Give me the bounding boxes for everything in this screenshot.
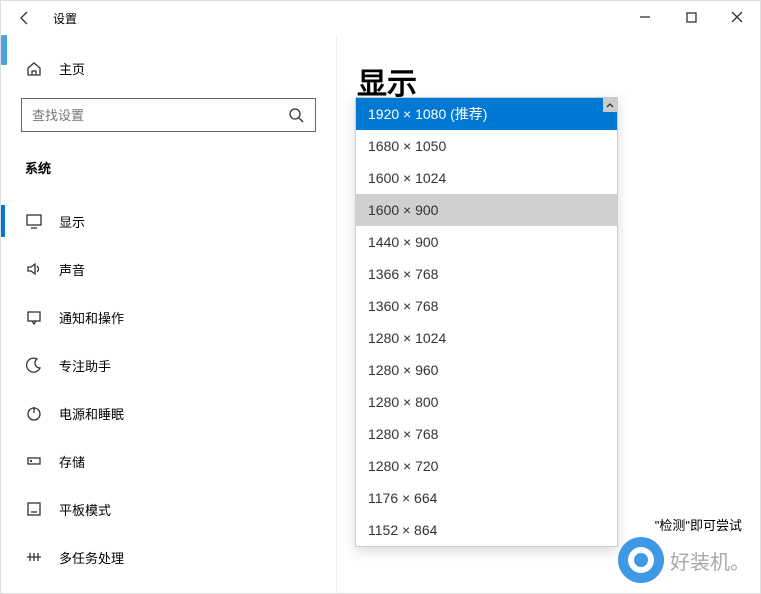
arrow-left-icon — [17, 10, 33, 26]
resolution-option[interactable]: 1280 × 720 — [356, 450, 617, 482]
sidebar-item-label: 多任务处理 — [59, 548, 124, 567]
sidebar-item-label: 声音 — [59, 260, 85, 279]
close-button[interactable] — [714, 1, 760, 33]
home-label: 主页 — [59, 59, 85, 78]
sidebar-item-display[interactable]: 显示 — [21, 197, 316, 245]
tablet-icon — [25, 500, 43, 518]
resolution-option[interactable]: 1280 × 960 — [356, 354, 617, 386]
resolution-option[interactable]: 1280 × 1024 — [356, 322, 617, 354]
watermark-logo-icon — [618, 537, 664, 583]
main-content: 显示 中的画面更明亮、更生动。 Windows HD Color 设置 1920… — [336, 35, 760, 593]
sidebar-item-storage[interactable]: 存储 — [21, 437, 316, 485]
resolution-option[interactable]: 1176 × 664 — [356, 482, 617, 514]
resolution-dropdown[interactable]: 1920 × 1080 (推荐)1680 × 10501600 × 102416… — [355, 97, 618, 547]
detect-hint: "检测"即可尝试 — [655, 515, 742, 534]
sidebar-item-label: 电源和睡眠 — [59, 404, 124, 423]
resolution-option[interactable]: 1680 × 1050 — [356, 130, 617, 162]
speaker-icon — [25, 260, 43, 278]
watermark: 好装机。 — [618, 537, 750, 583]
resolution-option[interactable]: 1280 × 768 — [356, 418, 617, 450]
left-accent-edge — [1, 35, 7, 65]
home-link[interactable]: 主页 — [21, 51, 316, 90]
maximize-button[interactable] — [668, 1, 714, 33]
sidebar-item-power[interactable]: 电源和睡眠 — [21, 389, 316, 437]
sidebar-item-focus[interactable]: 专注助手 — [21, 341, 316, 389]
notification-icon — [25, 308, 43, 326]
search-box[interactable] — [21, 98, 316, 132]
resolution-option[interactable]: 1360 × 768 — [356, 290, 617, 322]
search-input[interactable] — [32, 108, 287, 123]
resolution-option[interactable]: 1366 × 768 — [356, 258, 617, 290]
power-icon — [25, 404, 43, 422]
multitask-icon — [25, 548, 43, 566]
resolution-option[interactable]: 1600 × 1024 — [356, 162, 617, 194]
scroll-up-button[interactable] — [603, 98, 617, 112]
storage-icon — [25, 452, 43, 470]
resolution-option[interactable]: 1280 × 800 — [356, 386, 617, 418]
sidebar-item-label: 通知和操作 — [59, 308, 124, 327]
sidebar-item-label: 专注助手 — [59, 356, 111, 375]
sidebar-item-label: 平板模式 — [59, 500, 111, 519]
resolution-option[interactable]: 1440 × 900 — [356, 226, 617, 258]
resolution-option[interactable]: 1920 × 1080 (推荐) — [356, 98, 617, 130]
resolution-option[interactable]: 1152 × 864 — [356, 514, 617, 546]
sidebar: 主页 系统 显示 声音 通知和操作 专注助手 电源和睡眠 存储 平板模式 多任务… — [1, 35, 336, 581]
maximize-icon — [686, 12, 697, 23]
sidebar-item-notifications[interactable]: 通知和操作 — [21, 293, 316, 341]
chevron-up-icon — [606, 103, 614, 108]
minimize-icon — [639, 11, 651, 23]
sidebar-item-multitask[interactable]: 多任务处理 — [21, 533, 316, 581]
resolution-option[interactable]: 1600 × 900 — [356, 194, 617, 226]
search-icon — [287, 106, 305, 124]
sidebar-item-label: 存储 — [59, 452, 85, 471]
minimize-button[interactable] — [622, 1, 668, 33]
sidebar-item-label: 显示 — [59, 212, 85, 231]
watermark-text: 好装机。 — [670, 546, 750, 575]
sidebar-item-tablet[interactable]: 平板模式 — [21, 485, 316, 533]
back-button[interactable] — [9, 2, 41, 34]
home-icon — [25, 60, 43, 78]
moon-icon — [25, 356, 43, 374]
window-title: 设置 — [53, 10, 77, 27]
section-header: 系统 — [21, 148, 316, 197]
sidebar-item-sound[interactable]: 声音 — [21, 245, 316, 293]
close-icon — [731, 11, 743, 23]
monitor-icon — [25, 212, 43, 230]
